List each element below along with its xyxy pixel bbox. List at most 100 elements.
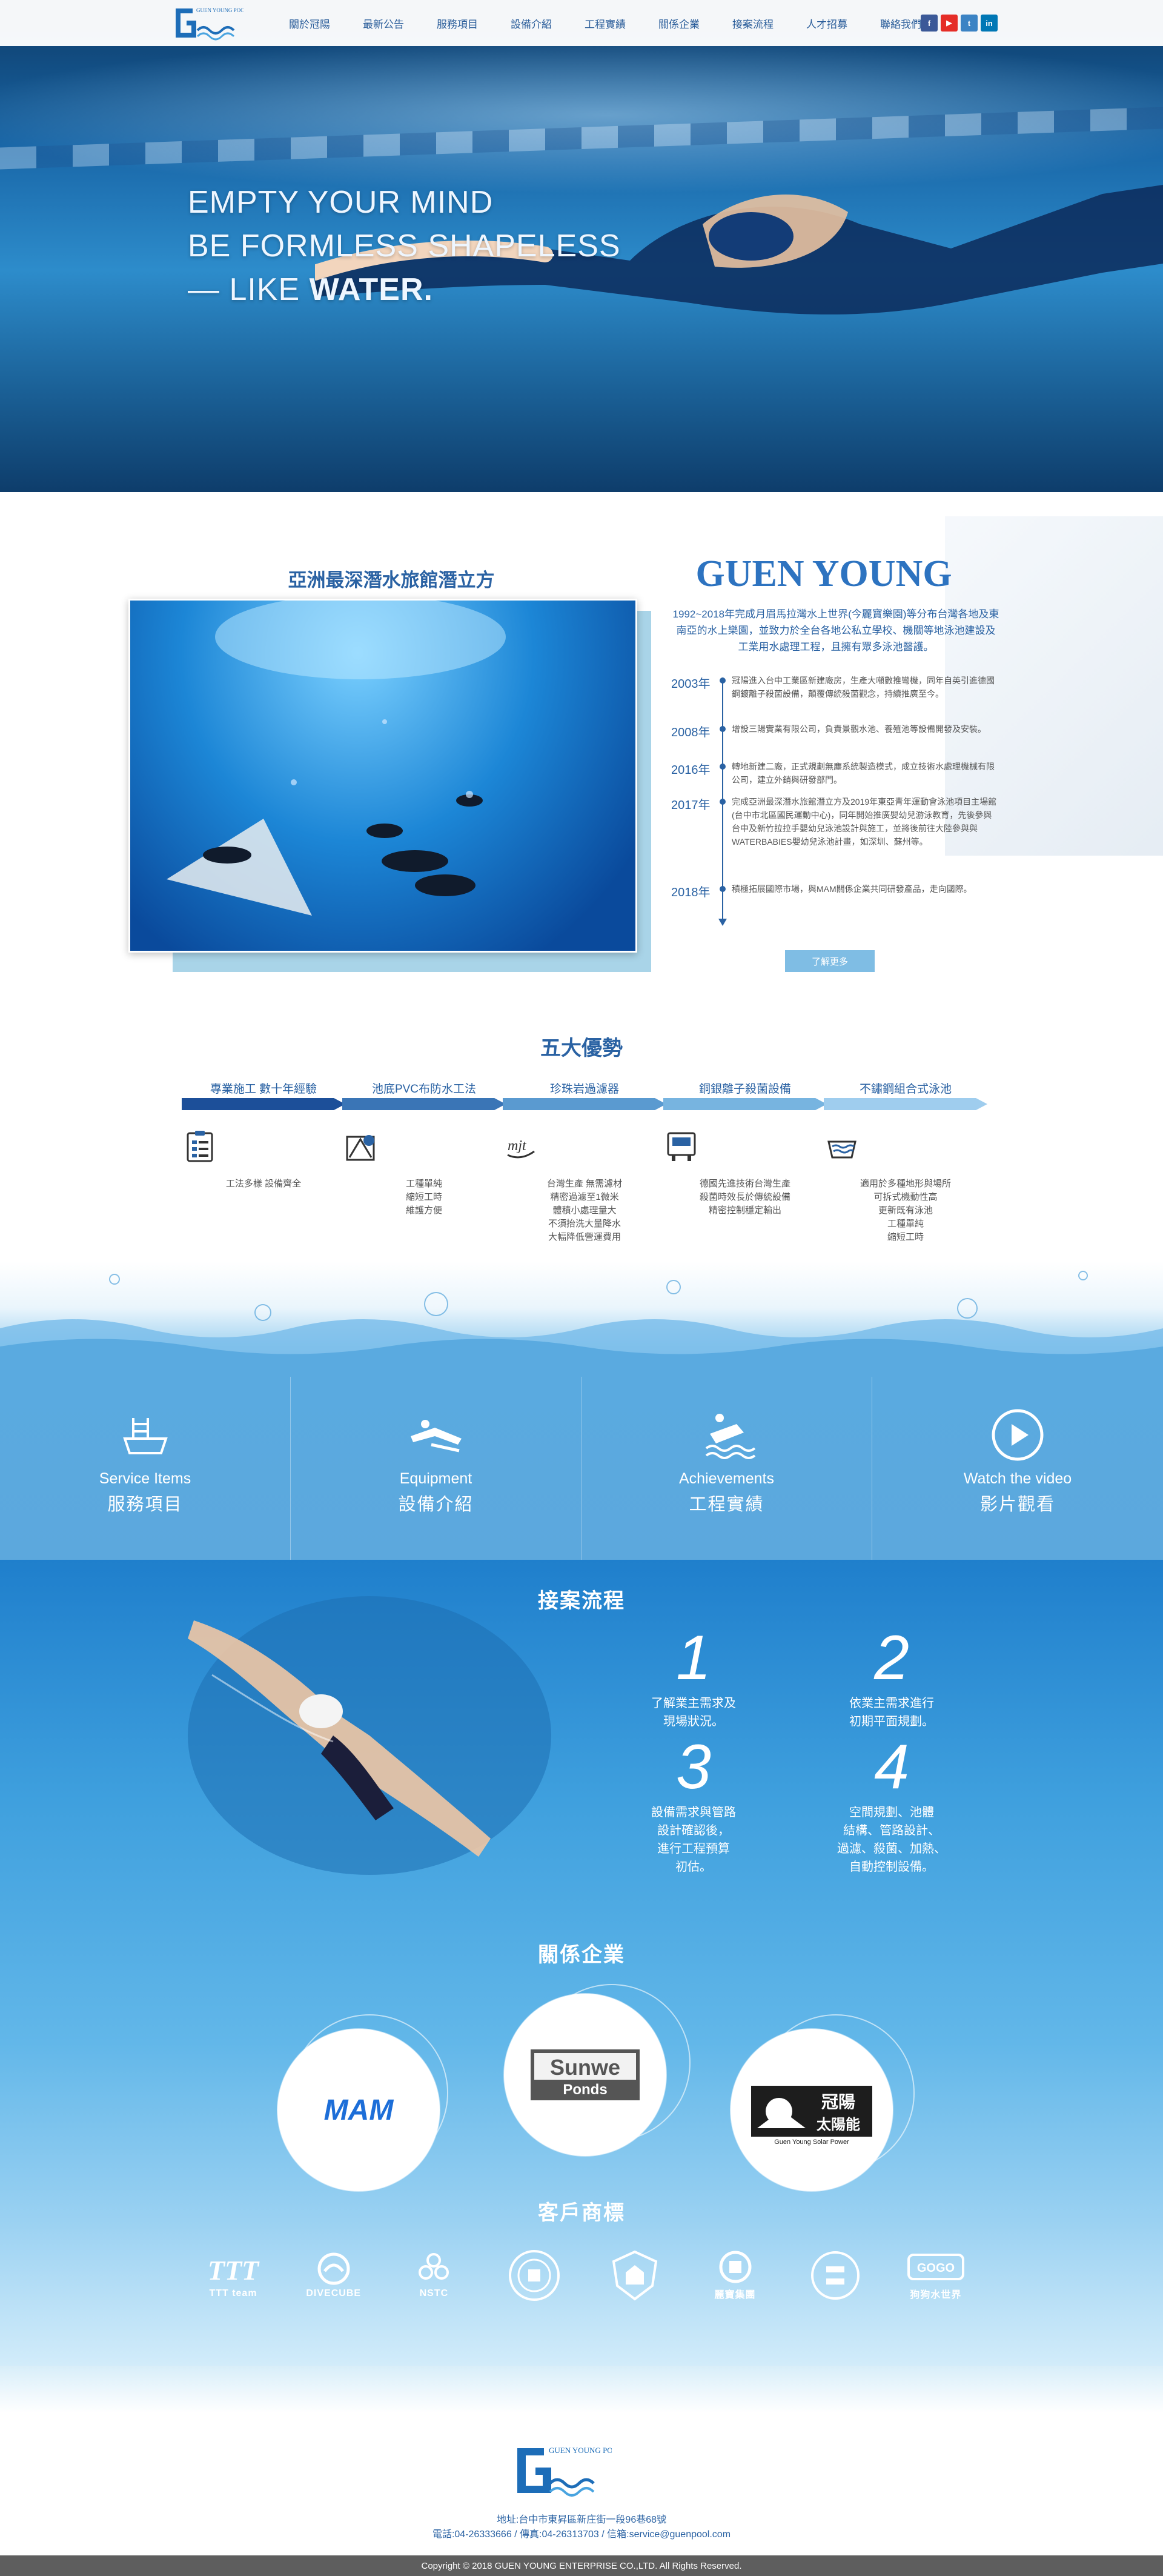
top-nav: GUEN YOUNG POOLS 關於冠陽 最新公告 服務項目 設備介紹 工程實… [0, 0, 1163, 46]
client-logo-emblem[interactable] [796, 2245, 875, 2306]
hero-slogan: EMPTY YOUR MIND BE FORMLESS SHAPELESS — … [188, 181, 621, 311]
brand-name: GUEN YOUNG [695, 553, 952, 594]
timeline-row: 2003年 冠陽進入台中工業區新建廠房，生產大噸數推彎機，同年自英引進德國鋼鍍離… [671, 674, 998, 701]
timeline-year: 2003年 [671, 677, 711, 691]
nav-item-about[interactable]: 關於冠陽 [273, 16, 346, 31]
hero-slogan-prefix: — LIKE [188, 272, 300, 307]
divers-illustration [167, 601, 506, 916]
about-section: 亞洲最深潛水旅館潛立方 GUEN YOUNG 1992~2018年完成月眉馬拉灣… [0, 492, 1163, 1013]
advantage-label: 珍珠岩過濾器 [549, 1083, 619, 1096]
nav-item-affiliates[interactable]: 關係企業 [642, 16, 716, 31]
achievements-zh: 工程實績 [689, 1495, 764, 1514]
advantage-arrow-bar [503, 1098, 666, 1110]
main-menu: 關於冠陽 最新公告 服務項目 設備介紹 工程實績 關係企業 接案流程 人才招募 … [273, 0, 938, 46]
hero-slogan-strong: WATER. [309, 272, 433, 307]
solar-logo-line2: 太陽能 [817, 2116, 860, 2133]
nav-item-careers[interactable]: 人才招募 [790, 16, 864, 31]
equipment-en: Equipment [399, 1470, 472, 1487]
bubble [957, 1298, 978, 1319]
watch-video-tile[interactable]: Watch the video 影片觀看 [872, 1377, 1163, 1560]
step-text: 空間規劃、池體 結構、管路設計、 過濾、殺菌、加熱、 自動控制設備。 [837, 1806, 946, 1874]
advantages-title: 五大優勢 [540, 1037, 623, 1060]
nav-item-projects[interactable]: 工程實績 [568, 16, 642, 31]
partner-solar[interactable]: 冠陽 太陽能 Guen Young Solar Power [731, 2029, 893, 2191]
timeline-dot [720, 764, 726, 770]
partner-mam[interactable]: MAM [277, 2029, 440, 2191]
footer-logo[interactable]: GUEN YOUNG POOLS [509, 2440, 612, 2504]
partner-sunwe[interactable]: Sunwe Ponds [504, 1994, 666, 2156]
copyright-bar: Copyright © 2018 GUEN YOUNG ENTERPRISE C… [0, 2555, 1163, 2576]
water-wave [0, 1319, 1163, 1377]
timeline-text: 完成亞洲最深潛水旅館潛立方及2019年東亞青年運動會泳池項目主場館(台中市北區國… [732, 797, 997, 847]
timeline-dot [720, 799, 726, 805]
process-step-2: 2 依業主需求進行 初期平面規劃。 [801, 1626, 982, 1731]
nav-item-news[interactable]: 最新公告 [346, 16, 420, 31]
sunwe-logo-line1: Sunwe [550, 2055, 620, 2080]
service-items-tile[interactable]: Service Items 服務項目 [0, 1377, 291, 1560]
client-logo-lihpao[interactable]: 麗寶集團 [696, 2245, 775, 2306]
youtube-icon[interactable]: ▶ [941, 15, 958, 32]
advantage-item: 不鏽鋼組合式泳池 適用於多種地形與場所 可拆式機動性高 更新既有泳池 工種單純 … [824, 1080, 987, 1244]
svg-text:mjt: mjt [508, 1138, 527, 1154]
steel-pool-icon [827, 1140, 857, 1159]
solar-logo: 冠陽 太陽能 Guen Young Solar Power [751, 2086, 872, 2146]
timeline-dot [720, 886, 726, 892]
advantage-arrow-bar [342, 1098, 506, 1110]
timeline-row: 2018年 積極拓展國際市場，與MAM關係企業共同研發產品，走向國際。 [671, 882, 998, 900]
float-board-icon [705, 1414, 755, 1459]
advantage-label: 不鏽鋼組合式泳池 [859, 1083, 952, 1096]
affiliates-title: 關係企業 [538, 1943, 625, 1966]
timeline-dot [720, 677, 726, 684]
clients-title: 客戶商標 [538, 2202, 625, 2225]
nav-item-equipment[interactable]: 設備介紹 [494, 16, 568, 31]
sunwe-logo: Sunwe Ponds [531, 2049, 640, 2100]
equipment-zh: 設備介紹 [398, 1495, 474, 1514]
ocean-section: 接案流程 1 了解業主需求及 現場狀況。 2 依業主需求進行 初期平面規劃。 3… [0, 1560, 1163, 2366]
timeline-arrow [718, 919, 727, 926]
divecube-logo [317, 2252, 350, 2285]
solar-logo-sub: Guen Young Solar Power [774, 2138, 849, 2146]
ttt-team-logo: TTT [208, 2255, 260, 2286]
facebook-icon[interactable]: f [921, 15, 938, 32]
bubble [1078, 1271, 1088, 1280]
client-logo-nstc[interactable]: NSTC [394, 2245, 473, 2306]
achievements-tile[interactable]: Achievements 工程實績 [582, 1377, 872, 1560]
client-logo-crest[interactable] [595, 2245, 674, 2306]
timeline-text: 增設三陽實業有限公司，負責景觀水池、養殖池等設備開發及安裝。 [732, 724, 986, 734]
process-step-1: 1 了解業主需求及 現場狀況。 [603, 1626, 784, 1731]
advantage-arrow-bar [824, 1098, 987, 1110]
footer-logo-text: GUEN YOUNG POOLS [549, 2446, 612, 2455]
client-logo-text: TTT team [209, 2288, 257, 2298]
client-logo-divecube[interactable]: DIVECUBE [294, 2245, 373, 2306]
advantage-arrow-bar [182, 1098, 345, 1110]
step-number: 3 [676, 1732, 711, 1802]
achievements-en: Achievements [678, 1470, 775, 1487]
timeline-dot [720, 726, 726, 732]
brand-description: 1992~2018年完成月眉馬拉灣水上世界(今麗寶樂園)等分布台灣各地及東南亞的… [672, 608, 999, 653]
advantage-item: 池底PVC布防水工法 工種單純 縮短工時 維護方便 [342, 1080, 506, 1217]
twitter-icon[interactable]: t [961, 15, 978, 32]
mam-logo: MAM [324, 2094, 394, 2126]
client-logo-ttt[interactable]: TTT TTT team [194, 2245, 273, 2306]
advantage-label: 銅銀離子殺菌設備 [698, 1083, 791, 1096]
equipment-tile[interactable]: Equipment 設備介紹 [291, 1377, 582, 1560]
nav-item-services[interactable]: 服務項目 [420, 16, 494, 31]
hero-slogan-line2: BE FORMLESS SHAPELESS [188, 228, 621, 264]
footer-contact[interactable]: 電話:04-26333666 / 傳真:04-26313703 / 信箱:ser… [0, 2526, 1163, 2540]
swimmer-photo [188, 1596, 551, 1875]
company-logo[interactable]: GUEN YOUNG POOLS [171, 4, 244, 42]
client-logo-school-seal[interactable] [495, 2245, 574, 2306]
learn-more-button[interactable]: 了解更多 [785, 950, 875, 972]
timeline-text: 積極拓展國際市場，與MAM關係企業共同研發產品，走向國際。 [732, 884, 972, 894]
client-logo-text: 麗寶集團 [714, 2290, 756, 2300]
advantage-desc: 台灣生產 無需濾材 精密過濾至1微米 體積小處理量大 不須抬洗大量降水 大幅降低… [546, 1179, 623, 1242]
step-number: 2 [874, 1623, 909, 1693]
nav-item-process[interactable]: 接案流程 [716, 16, 790, 31]
emblem-logo [811, 2251, 860, 2300]
service-items-zh: 服務項目 [107, 1495, 183, 1514]
footer-address: 地址:台中市東昇區新庄街一段96巷68號 [496, 2515, 667, 2525]
linkedin-icon[interactable]: in [981, 15, 998, 32]
client-logo-gogo[interactable]: GOGO 狗狗水世界 [896, 2245, 975, 2306]
client-logo-text: NSTC [419, 2288, 449, 2298]
crest-logo [612, 2250, 658, 2301]
